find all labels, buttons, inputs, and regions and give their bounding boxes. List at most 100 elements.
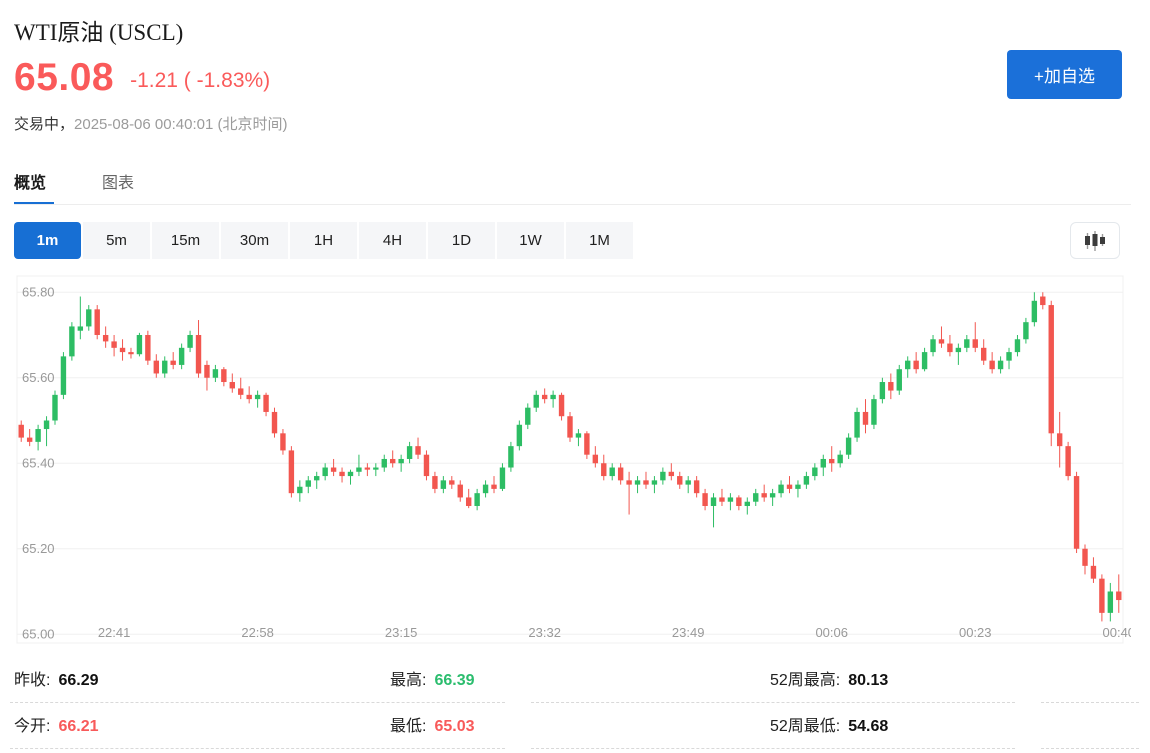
stat-open: 今开:66.21 (14, 712, 99, 736)
candle-body (424, 455, 429, 476)
candle-body (356, 468, 361, 472)
candle-body (981, 348, 986, 361)
candle-body (846, 438, 851, 455)
candle-body (1057, 433, 1062, 446)
interval-button-1m[interactable]: 1m (14, 222, 81, 259)
stat-label: 今开: (14, 718, 50, 735)
interval-button-30m[interactable]: 30m (221, 222, 288, 259)
candle-body (922, 352, 927, 369)
candle-body (500, 468, 505, 489)
candle-body (652, 480, 657, 484)
candle-body (989, 361, 994, 370)
candle-body (711, 497, 716, 506)
status-row: 交易中，2025-08-06 00:40:01 (北京时间) (14, 113, 287, 134)
tab-overview[interactable]: 概览 (14, 169, 46, 193)
candle-body (306, 480, 311, 486)
x-axis-label: 23:15 (385, 625, 418, 640)
candle-body (1015, 339, 1020, 352)
x-axis-label: 22:58 (241, 625, 274, 640)
candle-body (1082, 549, 1087, 566)
candle-body (719, 497, 724, 501)
interval-button-1m[interactable]: 1M (566, 222, 633, 259)
candle-body (331, 468, 336, 472)
candle-body (728, 497, 733, 501)
candle-body (449, 480, 454, 484)
candle-body (761, 493, 766, 497)
x-axis-label: 22:41 (98, 625, 131, 640)
candle-body (111, 341, 116, 347)
dashed-divider (531, 702, 1015, 703)
candle-body (1023, 322, 1028, 339)
candle-body (1040, 297, 1045, 306)
candle-body (221, 369, 226, 382)
candle-body (534, 395, 539, 408)
candle-body (289, 450, 294, 493)
candle-body (382, 459, 387, 468)
candle-body (1049, 305, 1054, 433)
candle-body (804, 476, 809, 485)
candle-body (829, 459, 834, 463)
candle-body (187, 335, 192, 348)
candlestick-chart[interactable]: 65.8065.6065.4065.2065.0022:4122:5823:15… (0, 268, 1131, 653)
candle-body (1116, 591, 1121, 600)
candle-body (441, 480, 446, 489)
candle-body (694, 480, 699, 493)
candle-body (517, 425, 522, 446)
candle-body (610, 468, 615, 477)
y-axis-label: 65.40 (22, 456, 55, 471)
candle-body (61, 356, 66, 394)
candle-body (947, 344, 952, 353)
y-axis-label: 65.20 (22, 541, 55, 556)
stat-prev-close: 昨收: 66.29 (14, 666, 99, 690)
interval-button-1d[interactable]: 1D (428, 222, 495, 259)
candle-body (145, 335, 150, 361)
interval-button-1h[interactable]: 1H (290, 222, 357, 259)
stat-low: 最低:65.03 (390, 712, 475, 736)
price-change: -1.21 ( -1.83%) (130, 69, 270, 92)
candle-body (913, 361, 918, 370)
candle-body (753, 493, 758, 502)
candle-body (69, 326, 74, 356)
stat-label: 昨收: (14, 672, 50, 689)
stat-high: 最高:66.39 (390, 666, 475, 690)
candle-body (19, 425, 24, 438)
candle-body (897, 369, 902, 390)
stat-label: 最低: (390, 718, 426, 735)
candle-body (1091, 566, 1096, 579)
stat-week52-low: 52周最低:54.68 (770, 712, 888, 736)
candle-body (973, 339, 978, 348)
candle-body (576, 433, 581, 437)
dashed-divider (531, 748, 1015, 749)
add-watchlist-button[interactable]: +加自选 (1007, 50, 1122, 99)
chart-style-button[interactable] (1070, 222, 1120, 259)
candle-body (322, 468, 327, 477)
candle-body (280, 433, 285, 450)
candle-body (35, 429, 40, 442)
trading-status: 交易中， (14, 116, 74, 133)
dashed-divider (10, 748, 505, 749)
stat-value: 54.68 (848, 718, 888, 735)
interval-selector: 1m5m15m30m1H4H1D1W1M (14, 222, 635, 259)
candle-body (263, 395, 268, 412)
candle-body (230, 382, 235, 388)
candle-body (871, 399, 876, 425)
candle-body (930, 339, 935, 352)
interval-button-4h[interactable]: 4H (359, 222, 426, 259)
candle-body (770, 493, 775, 497)
candle-body (314, 476, 319, 480)
candle-body (795, 485, 800, 489)
tab-chart[interactable]: 图表 (102, 169, 134, 193)
interval-button-15m[interactable]: 15m (152, 222, 219, 259)
page-title: WTI原油 (USCL) (14, 13, 183, 47)
candle-body (483, 485, 488, 494)
candle-body (196, 335, 201, 373)
interval-button-5m[interactable]: 5m (83, 222, 150, 259)
candle-body (179, 348, 184, 365)
stat-value: 66.29 (58, 672, 98, 689)
candle-body (1032, 301, 1037, 322)
candle-body (154, 361, 159, 374)
interval-button-1w[interactable]: 1W (497, 222, 564, 259)
candle-body (677, 476, 682, 485)
candle-body (27, 438, 32, 442)
stat-week52-high: 52周最高:80.13 (770, 666, 888, 690)
